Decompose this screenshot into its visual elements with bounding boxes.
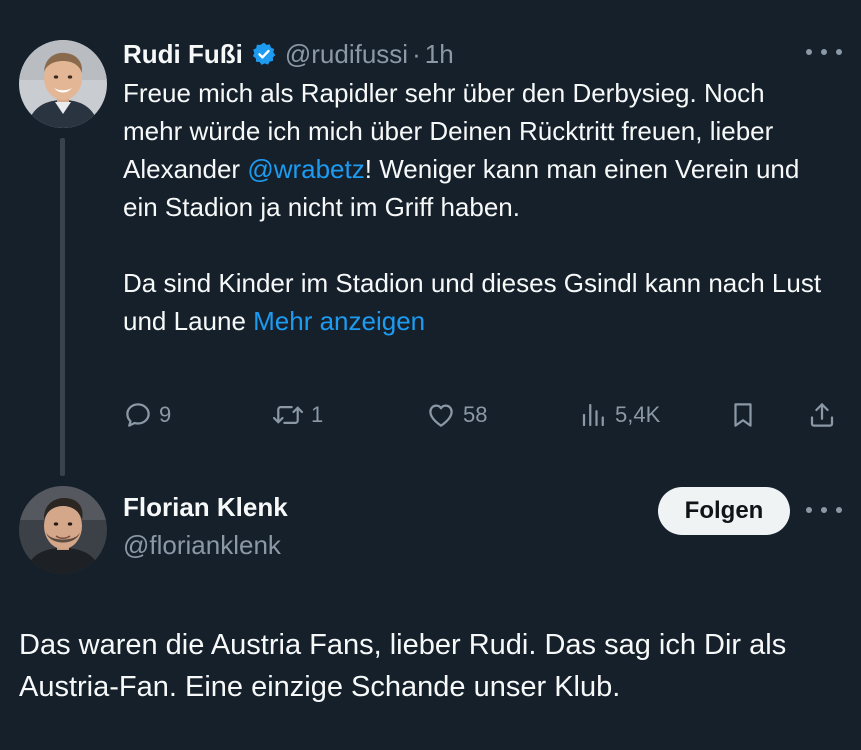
reply-tweet-text: Freue mich als Rapidler sehr über den De… [123, 74, 823, 340]
separator-dot: · [412, 38, 421, 69]
repost-count: 1 [311, 402, 324, 427]
thread-connector-line [60, 138, 65, 476]
avatar-florianklenk[interactable] [19, 486, 107, 574]
text-segment: Da sind Kinder im Stadion und dieses Gsi… [123, 268, 822, 336]
show-more-link[interactable]: Mehr anzeigen [253, 306, 425, 336]
like-count: 58 [463, 402, 488, 427]
like-icon [425, 400, 457, 430]
author-handle[interactable]: @florianklenk [123, 530, 281, 561]
reply-button[interactable]: 9 [123, 396, 171, 434]
share-icon [807, 400, 837, 430]
share-button[interactable] [807, 396, 837, 434]
views-button[interactable]: 5,4K [579, 396, 660, 434]
repost-button[interactable]: 1 [271, 396, 323, 434]
views-count: 5,4K [615, 402, 661, 427]
avatar-rudifussi[interactable] [19, 40, 107, 128]
author-display-name[interactable]: Rudi Fußi [123, 39, 243, 70]
tweet-timestamp[interactable]: 1h [425, 39, 454, 70]
reply-icon [123, 400, 153, 430]
main-tweet-text: Das waren die Austria Fans, lieber Rudi.… [19, 629, 787, 703]
tweet-paragraph: Freue mich als Rapidler sehr über den De… [123, 74, 823, 226]
bookmark-button[interactable] [728, 396, 758, 434]
tweet-action-bar: 9 1 58 5,4K [123, 396, 843, 434]
repost-icon [271, 400, 305, 430]
reply-tweet-header: Rudi Fußi @rudifussi · 1h [123, 34, 454, 74]
more-icon[interactable] [806, 42, 842, 62]
views-icon [579, 400, 609, 430]
author-handle[interactable]: @rudifussi [285, 39, 408, 70]
like-button[interactable]: 58 [425, 396, 487, 434]
tweet-paragraph: Da sind Kinder im Stadion und dieses Gsi… [123, 264, 823, 340]
verified-badge-icon [251, 41, 277, 67]
follow-button[interactable]: Folgen [658, 487, 790, 535]
mention-link[interactable]: @wrabetz [247, 154, 364, 184]
reply-count: 9 [159, 402, 172, 427]
author-display-name[interactable]: Florian Klenk [123, 492, 288, 523]
more-icon[interactable] [806, 500, 842, 520]
bookmark-icon [728, 400, 758, 430]
